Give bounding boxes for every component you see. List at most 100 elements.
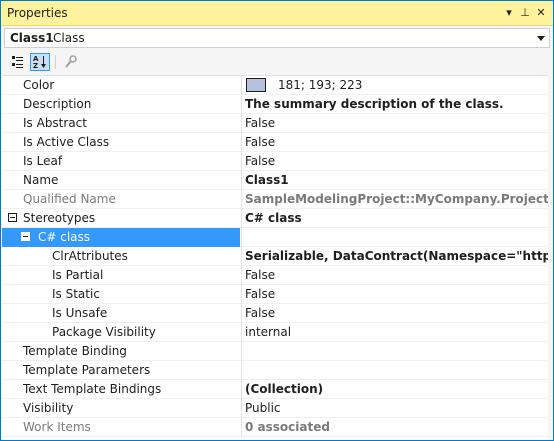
property-value: 181; 193; 223 [278,78,363,92]
selected-object-type: Class [53,31,85,45]
property-name-cell[interactable]: Qualified Name [2,190,240,209]
property-name: Is Active Class [23,135,110,149]
property-row[interactable]: Package Visibility internal [2,323,548,342]
property-value: (Collection) [245,382,324,396]
property-name: Description [23,97,92,111]
property-value-cell[interactable] [241,361,548,380]
property-row[interactable]: Is Static False [2,285,548,304]
property-row[interactable]: Is Partial False [2,266,548,285]
property-name-cell[interactable]: Package Visibility [2,323,240,342]
property-name-cell[interactable]: Visibility [2,399,240,418]
property-value: False [245,287,276,301]
color-swatch [246,77,266,92]
property-row[interactable]: Stereotypes C# class [2,209,548,228]
property-row[interactable]: Visibility Public [2,399,548,418]
property-value-cell[interactable]: False [241,266,548,285]
property-value: False [245,268,276,282]
property-value: C# class [245,211,302,225]
property-value-cell[interactable]: (Collection) [241,380,548,399]
property-value: False [245,116,276,130]
property-value: Serializable, DataContract(Namespace="ht… [245,249,548,263]
toolbar-separator [55,55,56,69]
property-value-cell[interactable]: Public [241,399,548,418]
property-value-cell[interactable]: False [241,133,548,152]
property-row[interactable]: Text Template Bindings (Collection) [2,380,548,399]
property-name-cell[interactable]: Name [2,171,240,190]
property-name-cell[interactable]: C# class [2,228,240,247]
property-row[interactable]: Is Active Class False [2,133,548,152]
property-row[interactable]: Template Binding [2,342,548,361]
property-name: Is Abstract [23,116,87,130]
property-name: Is Partial [52,268,104,282]
property-value-cell[interactable]: 181; 193; 223 [241,76,548,95]
property-name-cell[interactable]: Description [2,95,240,114]
selected-object-name: Class1 [10,31,54,45]
object-selector-dropdown[interactable]: Class1 Class [4,28,550,48]
property-name: Template Parameters [23,363,151,377]
collapse-icon[interactable] [8,213,17,222]
property-value-cell[interactable]: False [241,285,548,304]
property-name: Visibility [23,401,74,415]
window-position-dropdown-icon[interactable]: ▾ [501,4,517,22]
window-title: Properties [7,6,68,20]
property-value-cell[interactable]: C# class [241,209,548,228]
properties-window: Properties ▾ ⊥ ✕ Class1 Class A Z Color … [0,0,554,441]
title-bar: Properties ▾ ⊥ ✕ [1,1,553,26]
property-value: Class1 [245,173,289,187]
property-row[interactable]: Is Unsafe False [2,304,548,323]
property-name-cell[interactable]: Text Template Bindings [2,380,240,399]
property-value-cell[interactable]: Serializable, DataContract(Namespace="ht… [241,247,548,266]
property-value: SampleModelingProject::MyCompany.Project… [245,192,548,206]
property-value-cell[interactable] [241,342,548,361]
chevron-down-icon[interactable] [537,36,545,41]
svg-text:Z: Z [33,62,38,70]
property-value: False [245,306,276,320]
property-value-cell[interactable] [241,228,548,247]
property-name-cell[interactable]: ClrAttributes [2,247,240,266]
property-value-cell[interactable]: internal [241,323,548,342]
property-row[interactable]: Is Abstract False [2,114,548,133]
property-grid: Color 181; 193; 223 Description The summary… [2,75,548,440]
property-name-cell[interactable]: Stereotypes [2,209,240,228]
property-value-cell[interactable]: False [241,114,548,133]
property-value-cell[interactable]: 0 associated [241,418,548,437]
property-value-cell[interactable]: False [241,304,548,323]
property-row[interactable]: Name Class1 [2,171,548,190]
wrench-icon[interactable] [61,53,81,71]
property-name-cell[interactable]: Work Items [2,418,240,437]
property-name-cell[interactable]: Template Binding [2,342,240,361]
alphabetical-icon[interactable]: A Z [30,53,50,71]
property-value: internal [245,325,292,339]
property-row[interactable]: ClrAttributes Serializable, DataContract(… [2,247,548,266]
close-icon[interactable]: ✕ [533,4,549,22]
auto-hide-pin-icon[interactable]: ⊥ [517,4,533,22]
property-name: C# class [38,230,91,244]
property-name-cell[interactable]: Is Leaf [2,152,240,171]
property-name: Is Unsafe [52,306,108,320]
property-value-cell[interactable]: SampleModelingProject::MyCompany.Project… [241,190,548,209]
property-name: Qualified Name [23,192,116,206]
property-row[interactable]: Qualified Name SampleModelingProject::MyC… [2,190,548,209]
property-value-cell[interactable]: The summary description of the class. [241,95,548,114]
property-value: The summary description of the class. [245,97,504,111]
property-row[interactable]: C# class [2,228,548,247]
collapse-icon[interactable] [21,232,30,241]
property-name: Work Items [23,420,91,434]
categorized-icon[interactable] [8,53,28,71]
property-name-cell[interactable]: Is Unsafe [2,304,240,323]
property-name-cell[interactable]: Is Static [2,285,240,304]
property-name-cell[interactable]: Is Abstract [2,114,240,133]
property-name-cell[interactable]: Is Partial [2,266,240,285]
property-value-cell[interactable]: Class1 [241,171,548,190]
property-name-cell[interactable]: Is Active Class [2,133,240,152]
property-value-cell[interactable]: False [241,152,548,171]
property-row[interactable]: Color 181; 193; 223 [2,76,548,95]
property-row[interactable]: Template Parameters [2,361,548,380]
property-value: Public [245,401,281,415]
property-name-cell[interactable]: Template Parameters [2,361,240,380]
property-row[interactable]: Description The summary description of th… [2,95,548,114]
property-name: Color [23,78,55,92]
property-row[interactable]: Work Items 0 associated [2,418,548,437]
property-row[interactable]: Is Leaf False [2,152,548,171]
property-name-cell[interactable]: Color [2,76,240,95]
